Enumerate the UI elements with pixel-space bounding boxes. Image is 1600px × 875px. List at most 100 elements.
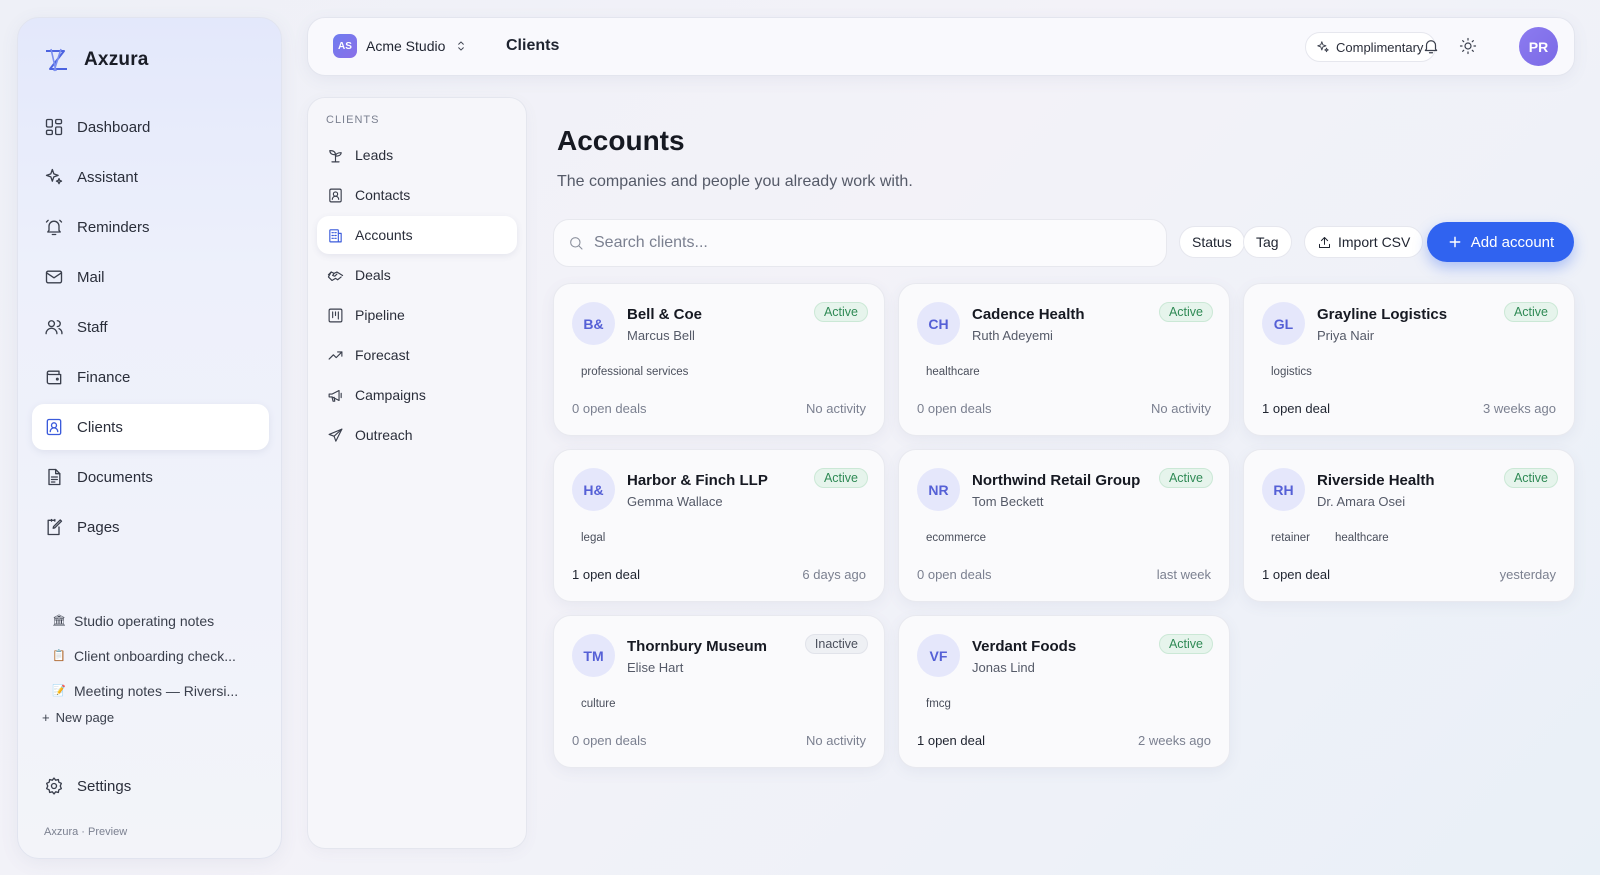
account-card[interactable]: GL Grayline Logistics Priya Nair Active …	[1243, 283, 1575, 436]
brand[interactable]: Axzura	[42, 46, 149, 74]
subnav-item-label: Contacts	[355, 187, 411, 203]
account-name: Northwind Retail Group	[972, 472, 1141, 489]
subnav-item-label: Outreach	[355, 427, 413, 443]
account-contact: Gemma Wallace	[627, 494, 723, 509]
last-activity: No activity	[806, 733, 866, 748]
open-deals-count: 0 open deals	[572, 733, 647, 748]
open-deals-count: 0 open deals	[917, 567, 992, 582]
account-avatar: NR	[917, 468, 960, 511]
tag: fmcg	[926, 698, 951, 710]
sidebar-item-mail[interactable]: Mail	[32, 254, 269, 300]
new-page-button[interactable]: + New page	[42, 710, 114, 725]
account-card[interactable]: CH Cadence Health Ruth Adeyemi Active he…	[898, 283, 1230, 436]
status-filter-label: Status	[1192, 234, 1232, 250]
account-name: Verdant Foods	[972, 638, 1077, 655]
tag-list: logistics	[1271, 366, 1312, 378]
subnav-item-leads[interactable]: Leads	[317, 136, 517, 174]
open-deals-count: 0 open deals	[572, 401, 647, 416]
page-subtitle: The companies and people you already wor…	[557, 173, 913, 190]
account-card[interactable]: H& Harbor & Finch LLP Gemma Wallace Acti…	[553, 449, 885, 602]
page-title: Client onboarding check...	[74, 647, 236, 664]
tag: ecommerce	[926, 532, 987, 544]
tag-filter-button[interactable]: Tag	[1243, 226, 1292, 258]
add-account-button[interactable]: Add account	[1427, 222, 1574, 262]
sidebar-item-staff[interactable]: Staff	[32, 304, 269, 350]
account-card[interactable]: B& Bell & Coe Marcus Bell Active profess…	[553, 283, 885, 436]
last-activity: yesterday	[1499, 567, 1556, 582]
subnav-item-forecast[interactable]: Forecast	[317, 336, 517, 374]
sidebar-item-settings[interactable]: Settings	[44, 776, 131, 796]
account-card[interactable]: TM Thornbury Museum Elise Hart Inactive …	[553, 615, 885, 768]
sidebar-item-pages[interactable]: Pages	[32, 504, 269, 550]
account-name: Bell & Coe	[627, 306, 703, 323]
user-avatar[interactable]: PR	[1519, 27, 1558, 66]
sidebar-item-reminders[interactable]: Reminders	[32, 204, 269, 250]
tag: healthcare	[1335, 532, 1389, 544]
sidebar-item-label: Mail	[77, 268, 105, 286]
dashboard-icon	[45, 118, 63, 136]
open-deals-count: 1 open deal	[1262, 401, 1330, 416]
sidebar-item-documents[interactable]: Documents	[32, 454, 269, 500]
sidebar-item-assistant[interactable]: Assistant	[32, 154, 269, 200]
tag: legal	[581, 532, 606, 544]
clients-subnav: CLIENTS Leads Contacts Accounts Deals Pi…	[307, 97, 527, 849]
status-badge: Active	[1158, 468, 1213, 488]
tag-list: professional services	[581, 366, 688, 378]
page-link[interactable]: 📝 Meeting notes — Riversi...	[52, 673, 272, 708]
account-avatar: GL	[1262, 302, 1305, 345]
workspace-switcher[interactable]: AS Acme Studio	[333, 34, 468, 58]
sidebar-item-clients[interactable]: Clients	[32, 404, 269, 450]
upload-icon	[1319, 236, 1330, 248]
account-card[interactable]: RH Riverside Health Dr. Amara Osei Activ…	[1243, 449, 1575, 602]
account-name: Grayline Logistics	[1317, 306, 1448, 323]
page-title: Meeting notes — Riversi...	[74, 682, 239, 699]
page-link[interactable]: 🏛 Studio operating notes	[52, 603, 272, 638]
plan-label: Complimentary	[1336, 39, 1424, 55]
account-avatar: VF	[917, 634, 960, 677]
account-avatar: CH	[917, 302, 960, 345]
page-link[interactable]: 📋 Client onboarding check...	[52, 638, 272, 673]
last-activity: No activity	[1151, 401, 1211, 416]
tag-list: ecommerce	[926, 532, 986, 544]
subnav-item-contacts[interactable]: Contacts	[317, 176, 517, 214]
search-icon	[570, 237, 583, 250]
tag-list: fmcg	[926, 698, 951, 710]
status-filter-button[interactable]: Status	[1179, 226, 1245, 258]
account-avatar: TM	[572, 634, 615, 677]
sidebar-item-dashboard[interactable]: Dashboard	[32, 104, 269, 150]
import-csv-label: Import CSV	[1338, 234, 1411, 250]
page-title: Accounts	[557, 125, 685, 156]
sidebar-footer: Axzura · Preview	[44, 826, 128, 838]
tag-list: retainer healthcare	[1271, 532, 1389, 544]
notifications-button[interactable]	[1422, 37, 1440, 55]
sun-icon	[1459, 37, 1477, 55]
contact-card-icon	[46, 418, 62, 436]
account-card[interactable]: NR Northwind Retail Group Tom Beckett Ac…	[898, 449, 1230, 602]
subnav-item-label: Forecast	[355, 347, 410, 363]
theme-toggle-button[interactable]	[1459, 37, 1477, 55]
plan-badge[interactable]: Complimentary	[1305, 32, 1437, 62]
open-deals-count: 1 open deal	[1262, 567, 1330, 582]
import-csv-button[interactable]: Import CSV	[1304, 226, 1424, 258]
subnav-item-accounts[interactable]: Accounts	[317, 216, 517, 254]
account-contact: Priya Nair	[1317, 328, 1375, 343]
contact-card-icon	[329, 188, 342, 202]
subnav-item-label: Deals	[355, 267, 391, 283]
status-badge: Inactive	[804, 634, 868, 654]
subnav-item-deals[interactable]: Deals	[317, 256, 517, 294]
subnav-item-pipeline[interactable]: Pipeline	[317, 296, 517, 334]
account-card[interactable]: VF Verdant Foods Jonas Lind Active fmcg …	[898, 615, 1230, 768]
account-avatar: RH	[1262, 468, 1305, 511]
send-icon	[328, 428, 343, 442]
search-input[interactable]	[594, 234, 1134, 252]
document-icon	[48, 468, 61, 486]
sidebar-item-finance[interactable]: Finance	[32, 354, 269, 400]
chevron-up-down-icon	[458, 41, 465, 51]
subnav-item-campaigns[interactable]: Campaigns	[317, 376, 517, 414]
subnav-item-outreach[interactable]: Outreach	[317, 416, 517, 454]
account-name: Cadence Health	[972, 306, 1085, 323]
open-deals-count: 0 open deals	[917, 401, 992, 416]
topbar: AS Acme Studio Clients Complimentary PR	[307, 17, 1575, 76]
sidebar-item-label: Clients	[77, 418, 123, 436]
plus-icon: +	[42, 710, 50, 725]
